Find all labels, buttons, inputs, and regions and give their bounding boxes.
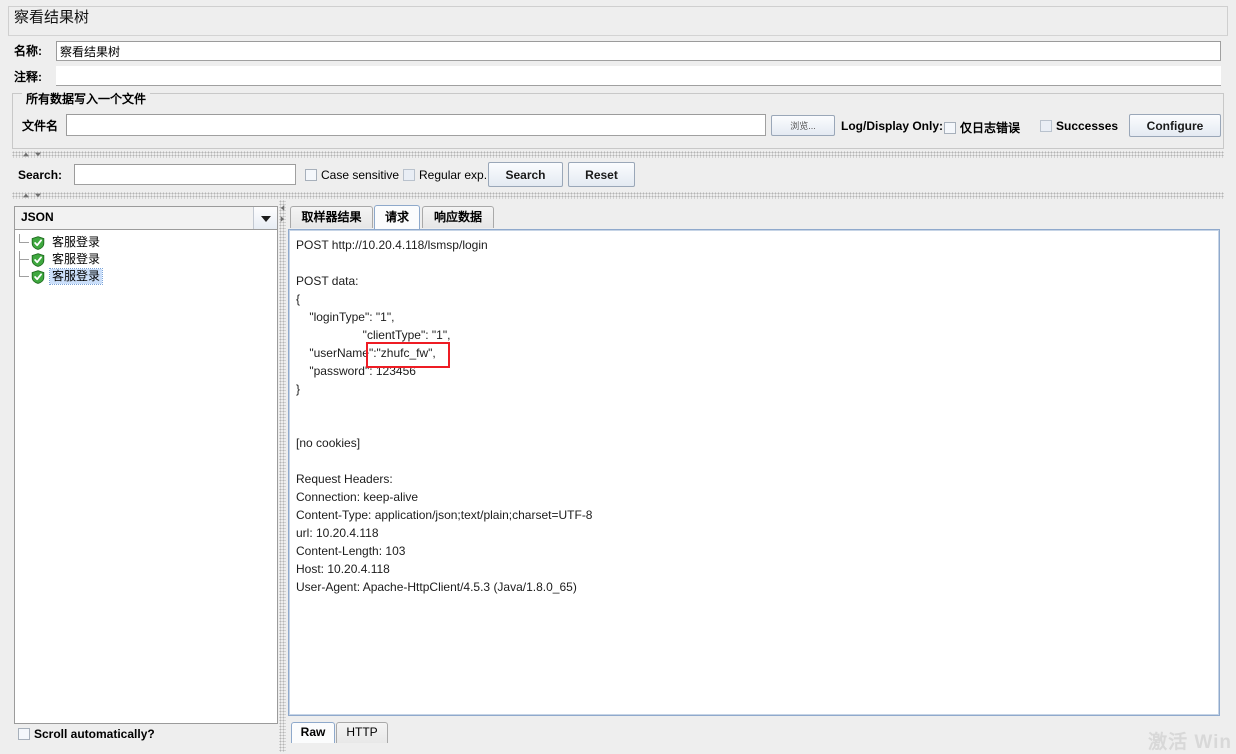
tab-request[interactable]: 请求 — [374, 205, 420, 229]
activate-windows-watermark: 激活 Win — [1148, 732, 1232, 753]
content-line — [296, 416, 1212, 434]
errors-only-checkbox-box[interactable] — [944, 121, 956, 134]
splitter-up-arrow-icon[interactable] — [23, 152, 29, 157]
results-tree[interactable]: 客服登录 客服登录 客服登录 — [14, 230, 278, 724]
content-line — [296, 398, 1212, 416]
tree-item-label: 客服登录 — [52, 252, 101, 266]
successes-checkbox[interactable]: Successes — [1040, 119, 1118, 133]
case-sensitive-checkbox-box[interactable] — [305, 169, 317, 181]
chevron-down-glyph — [261, 216, 271, 222]
errors-only-checkbox[interactable]: 仅日志错误 — [944, 119, 1020, 136]
content-line: POST http://10.20.4.118/lsmsp/login — [296, 238, 488, 252]
log-display-only-label: Log/Display Only: — [841, 119, 944, 133]
name-label: 名称: — [14, 44, 42, 58]
search-splitter-down-arrow-icon[interactable] — [35, 193, 41, 198]
comment-input[interactable] — [56, 66, 1221, 86]
bottom-tab-raw[interactable]: Raw — [291, 722, 335, 743]
view-results-tree-window: 察看结果树 名称: 注释: 所有数据写入一个文件 文件名 浏览... Log/D… — [0, 0, 1236, 754]
window-title-bar — [8, 6, 1228, 36]
request-content-panel[interactable]: POST http://10.20.4.118/lsmsp/login POST… — [288, 229, 1220, 716]
success-shield-icon — [31, 235, 45, 250]
filename-input[interactable] — [66, 114, 766, 136]
content-line: User-Agent: Apache-HttpClient/4.5.3 (Jav… — [296, 580, 577, 594]
vertical-splitter-left-arrow-icon[interactable] — [280, 205, 285, 211]
search-splitter[interactable] — [12, 192, 1224, 199]
content-line: POST data: — [296, 274, 359, 288]
tree-elbow-icon — [19, 251, 31, 268]
search-splitter-arrows[interactable] — [22, 192, 48, 199]
scroll-automatically-label: Scroll automatically? — [34, 727, 155, 741]
successes-checkbox-box[interactable] — [1040, 120, 1052, 132]
configure-button[interactable]: Configure — [1129, 114, 1221, 137]
write-all-data-group-title: 所有数据写入一个文件 — [22, 92, 151, 106]
comment-label: 注释: — [14, 70, 42, 84]
content-line: } — [296, 382, 301, 396]
request-content-text[interactable]: POST http://10.20.4.118/lsmsp/login POST… — [289, 230, 1219, 715]
renderer-combobox-value: JSON — [21, 210, 54, 224]
content-line: Content-Type: application/json;text/plai… — [296, 508, 593, 522]
tree-item[interactable]: 客服登录 — [19, 251, 277, 268]
tree-item[interactable]: 客服登录 — [19, 234, 277, 251]
content-line: "userName":"zhufc_fw", — [296, 346, 436, 360]
content-line: url: 10.20.4.118 — [296, 526, 379, 540]
content-line: "password": 123456 — [296, 364, 416, 378]
search-splitter-up-arrow-icon[interactable] — [23, 193, 29, 198]
reset-button[interactable]: Reset — [568, 162, 635, 187]
errors-only-label: 仅日志错误 — [960, 121, 1021, 135]
renderer-combobox[interactable]: JSON — [14, 206, 278, 230]
tab-response-data[interactable]: 响应数据 — [422, 206, 494, 228]
search-input[interactable] — [74, 164, 296, 185]
content-line: { — [296, 292, 301, 306]
case-sensitive-checkbox[interactable]: Case sensitive — [305, 168, 399, 182]
scroll-automatically-checkbox[interactable]: Scroll automatically? — [18, 727, 155, 741]
success-shield-icon — [31, 252, 45, 267]
vertical-splitter-right-arrow-icon[interactable] — [280, 216, 285, 222]
content-line: Request Headers: — [296, 472, 393, 486]
content-line: Content-Length: 103 — [296, 544, 406, 558]
success-shield-icon — [31, 269, 45, 284]
tab-sampler-result[interactable]: 取样器结果 — [290, 206, 373, 228]
regular-exp-checkbox-box[interactable] — [403, 169, 415, 181]
content-line: "clientType": "1", — [296, 328, 451, 342]
search-button[interactable]: Search — [488, 162, 563, 187]
bottom-tab-http[interactable]: HTTP — [336, 722, 388, 743]
tree-item-label: 客服登录 — [48, 268, 104, 285]
successes-label: Successes — [1056, 119, 1119, 133]
name-input[interactable] — [56, 41, 1221, 61]
page-title: 察看结果树 — [14, 9, 90, 26]
case-sensitive-label: Case sensitive — [321, 168, 400, 182]
browse-button[interactable]: 浏览... — [771, 115, 835, 136]
regular-exp-checkbox[interactable]: Regular exp. — [403, 168, 487, 182]
tree-elbow-icon — [19, 234, 31, 251]
content-line: Connection: keep-alive — [296, 490, 419, 504]
tree-elbow-icon — [19, 268, 31, 285]
regular-exp-label: Regular exp. — [419, 168, 488, 182]
content-line — [296, 254, 1212, 272]
horizontal-splitter[interactable] — [12, 151, 1224, 158]
vertical-splitter[interactable] — [279, 200, 286, 752]
tree-item-label: 客服登录 — [52, 235, 101, 249]
vertical-splitter-arrows[interactable] — [279, 204, 286, 226]
content-line: [no cookies] — [296, 436, 361, 450]
content-line — [296, 452, 1212, 470]
chevron-down-icon[interactable] — [253, 207, 277, 229]
scroll-automatically-checkbox-box[interactable] — [18, 728, 30, 740]
horizontal-splitter-arrows[interactable] — [22, 151, 48, 158]
tree-item-selected[interactable]: 客服登录 — [19, 268, 277, 285]
splitter-down-arrow-icon[interactable] — [35, 152, 41, 157]
content-line: "loginType": "1", — [296, 310, 395, 324]
search-label: Search: — [18, 168, 63, 182]
filename-label: 文件名 — [22, 119, 59, 133]
content-line: Host: 10.20.4.118 — [296, 562, 390, 576]
